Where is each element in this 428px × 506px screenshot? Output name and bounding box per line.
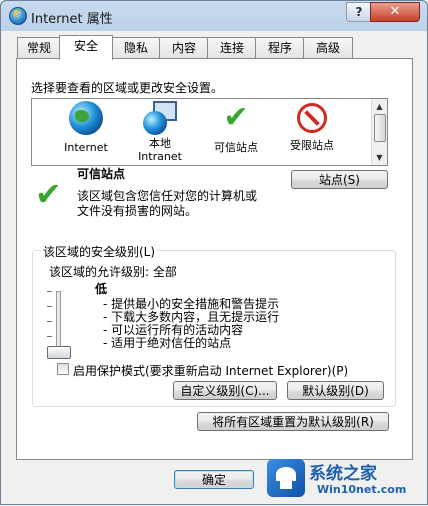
zone-instruction: 选择要查看的区域或更改安全设置。	[31, 81, 224, 95]
security-tab-panel: 选择要查看的区域或更改安全设置。 Internet 本地 Intranet ✔ …	[16, 58, 413, 460]
zone-label: 受限站点	[290, 139, 334, 152]
protected-mode-checkbox[interactable]	[57, 363, 69, 375]
scroll-thumb[interactable]	[374, 114, 386, 142]
title-bar[interactable]: e Internet 属性 ? ✕	[1, 1, 427, 31]
restricted-icon	[297, 103, 327, 133]
slider-thumb[interactable]	[47, 346, 71, 359]
zone-label: 可信站点	[214, 141, 258, 154]
selected-zone-name: 可信站点	[77, 167, 126, 181]
close-button[interactable]: ✕	[370, 2, 420, 22]
security-level-slider[interactable]	[28, 253, 71, 363]
zone-trusted-sites[interactable]: ✔ 可信站点	[202, 100, 270, 155]
sites-button[interactable]: 站点(S)	[291, 170, 388, 189]
zone-label: Internet	[64, 141, 108, 154]
watermark-title: 系统之家	[309, 464, 377, 484]
zone-list: Internet 本地 Intranet ✔ 可信站点 受限站点 ▲ ▼	[31, 98, 388, 166]
internet-properties-window: e Internet 属性 ? ✕ 常规 安全 隐私 内容 连接 程序 高级 选…	[0, 0, 428, 505]
zone-internet[interactable]: Internet	[52, 101, 120, 154]
tab-privacy[interactable]: 隐私	[111, 37, 161, 58]
globe-icon	[69, 101, 103, 135]
tab-content[interactable]: 内容	[159, 37, 209, 58]
watermark-url: Win10net.com	[317, 483, 407, 496]
scroll-down-icon[interactable]: ▼	[373, 151, 386, 164]
zone-list-scrollbar[interactable]: ▲ ▼	[371, 99, 387, 165]
ok-button[interactable]: 确定	[174, 470, 254, 489]
protected-mode-label[interactable]: 启用保护模式(要求重新启动 Internet Explorer)(P)	[73, 362, 348, 379]
level-bullet: - 适用于绝对信任的站点	[103, 336, 232, 350]
help-button[interactable]: ?	[346, 2, 372, 22]
house-logo-icon	[267, 459, 305, 497]
default-level-button[interactable]: 默认级别(D)	[287, 381, 384, 400]
reset-all-zones-button[interactable]: 将所有区域重置为默认级别(R)	[197, 412, 389, 431]
tab-connections[interactable]: 连接	[207, 37, 257, 58]
custom-level-button[interactable]: 自定义级别(C)...	[173, 381, 277, 400]
zone-local-intranet[interactable]: 本地 Intranet	[126, 101, 194, 163]
slider-track	[56, 291, 61, 353]
watermark: 系统之家 Win10net.com	[265, 453, 428, 506]
scroll-up-icon[interactable]: ▲	[373, 100, 386, 113]
selected-zone-check-icon: ✔	[35, 175, 62, 213]
allowed-levels-text: 该区域的允许级别: 全部	[49, 265, 177, 279]
tab-advanced[interactable]: 高级	[303, 37, 353, 58]
zone-label: 本地 Intranet	[138, 137, 182, 163]
check-icon: ✔	[223, 100, 249, 135]
internet-options-icon: e	[9, 6, 27, 25]
window-title: Internet 属性	[31, 12, 113, 27]
selected-zone-description-line2: 文件没有损害的网站。	[77, 204, 198, 218]
tab-security[interactable]: 安全	[59, 35, 113, 60]
local-intranet-icon	[143, 101, 177, 135]
tab-general[interactable]: 常规	[17, 37, 61, 58]
zone-restricted-sites[interactable]: 受限站点	[278, 101, 346, 152]
tab-programs[interactable]: 程序	[255, 37, 305, 58]
